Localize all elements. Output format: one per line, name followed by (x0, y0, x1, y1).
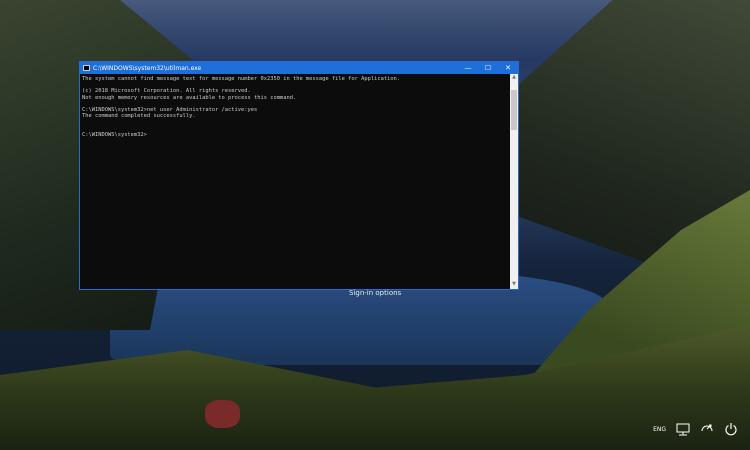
backpack (205, 400, 240, 428)
ease-of-access-icon[interactable] (700, 422, 714, 436)
close-button[interactable]: ✕ (498, 62, 518, 74)
vertical-scrollbar[interactable]: ▲ ▼ (510, 74, 518, 289)
window-title: C:\WINDOWS\system32\utilman.exe (93, 64, 202, 72)
signin-options-link[interactable]: Sign-in options (349, 289, 401, 297)
scroll-down-icon[interactable]: ▼ (510, 281, 518, 289)
language-indicator[interactable]: ENG (653, 426, 666, 433)
console-line: C:\WINDOWS\system32> (82, 131, 147, 138)
cmd-app-icon (83, 65, 90, 71)
maximize-button[interactable]: ☐ (478, 62, 498, 74)
window-titlebar[interactable]: C:\WINDOWS\system32\utilman.exe — ☐ ✕ (80, 62, 518, 74)
scroll-up-icon[interactable]: ▲ (510, 74, 518, 82)
scrollbar-thumb[interactable] (511, 90, 517, 130)
command-prompt-window[interactable]: C:\WINDOWS\system32\utilman.exe — ☐ ✕ Th… (79, 61, 519, 290)
lockscreen-tray: ENG (653, 422, 738, 436)
console-output[interactable]: The system cannot find message text for … (80, 74, 510, 289)
minimize-button[interactable]: — (458, 62, 478, 74)
network-icon[interactable] (676, 422, 690, 436)
power-icon[interactable] (724, 422, 738, 436)
